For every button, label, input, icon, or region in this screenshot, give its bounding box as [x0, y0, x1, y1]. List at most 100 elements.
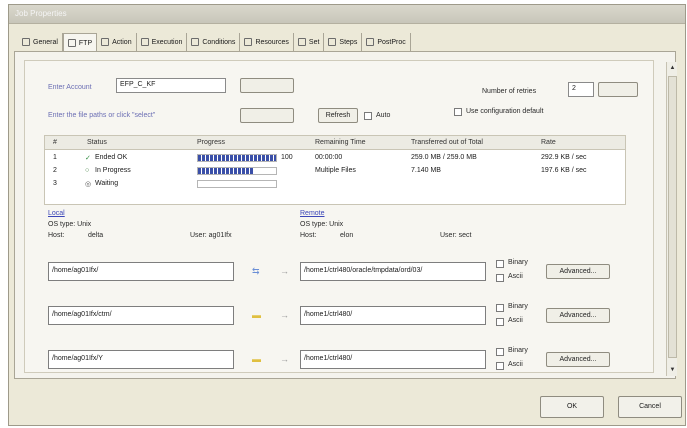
- scroll-up-icon[interactable]: ▲: [667, 62, 678, 74]
- col-header-num: #: [53, 139, 57, 146]
- tab-label: PostProc: [377, 38, 406, 46]
- tab-label: Resources: [255, 38, 289, 46]
- remote-host-label: Host:: [300, 232, 317, 239]
- table-row[interactable]: 3 Waiting ◎: [45, 178, 625, 190]
- tab-conditions[interactable]: Conditions: [187, 33, 241, 51]
- document-icon: [22, 38, 30, 46]
- auto-label: Auto: [376, 112, 391, 119]
- auto-checkbox[interactable]: [364, 112, 372, 120]
- ascii-radio[interactable]: [496, 318, 504, 326]
- progress-icon: ○: [85, 167, 90, 174]
- remote-path-field[interactable]: /home1/ctrl480/: [300, 350, 486, 369]
- remote-section-link[interactable]: Remote: [300, 210, 325, 217]
- progress-bar: [197, 154, 277, 162]
- ftp-icon: [67, 39, 76, 47]
- filepath-select-button[interactable]: [240, 108, 294, 123]
- cell-status: In Progress: [95, 167, 131, 174]
- direction-arrow-icon: →: [280, 354, 289, 364]
- advanced-button[interactable]: Advanced...: [546, 264, 610, 279]
- retries-field[interactable]: 2: [568, 82, 594, 97]
- progress-fill: [198, 155, 276, 161]
- col-header-status: Status: [87, 139, 107, 146]
- advanced-button[interactable]: Advanced...: [546, 352, 610, 367]
- folder-icon: ▬: [252, 310, 261, 320]
- remote-path-field[interactable]: /home1/ctrl480/oracle/tmpdata/ord/03/: [300, 262, 486, 281]
- local-path-field[interactable]: /home/ag01Ifx/Y: [48, 350, 234, 369]
- tab-general[interactable]: General: [18, 33, 63, 51]
- binary-label: Binary: [508, 303, 528, 310]
- tab-set[interactable]: Set: [294, 33, 325, 51]
- window-title: Job Properties: [15, 9, 67, 18]
- tab-steps[interactable]: Steps: [324, 33, 363, 51]
- use-default-label: Use configuration default: [466, 108, 544, 115]
- tab-action[interactable]: Action: [97, 33, 137, 51]
- remote-os-type: OS type: Unix: [300, 221, 344, 228]
- retries-spin-button[interactable]: [598, 82, 638, 97]
- ok-icon: ✓: [85, 155, 91, 162]
- local-path-field[interactable]: /home/ag01Ifx/ctm/: [48, 306, 234, 325]
- cell-rate: 292.9 KB / sec: [541, 154, 587, 161]
- account-select-button[interactable]: [240, 78, 294, 93]
- tab-postproc[interactable]: PostProc: [362, 33, 411, 51]
- cell-num: 1: [53, 154, 57, 161]
- table-row[interactable]: 1 Ended OK 00:00:00 259.0 MB / 259.0 MB 292.…: [45, 152, 625, 164]
- tab-label: Set: [308, 38, 320, 46]
- ascii-radio[interactable]: [496, 362, 504, 370]
- cell-status: Ended OK: [95, 154, 128, 161]
- local-host-value: delta: [88, 232, 104, 239]
- refresh-button[interactable]: Refresh: [318, 108, 358, 123]
- progress-bar: [197, 167, 277, 175]
- cell-remaining: 00:00:00: [315, 154, 343, 161]
- ascii-label: Ascii: [508, 317, 523, 324]
- local-os-type: OS type: Unix: [48, 221, 92, 228]
- remote-path-field[interactable]: /home1/ctrl480/: [300, 306, 486, 325]
- advanced-button[interactable]: Advanced...: [546, 308, 610, 323]
- scroll-thumb[interactable]: [668, 76, 677, 358]
- local-section-link[interactable]: Local: [48, 210, 65, 217]
- folder-icon: ▬: [252, 354, 261, 364]
- local-path-field[interactable]: /home/ag01Ifx/: [48, 262, 234, 281]
- use-default-checkbox[interactable]: [454, 108, 462, 116]
- ok-button[interactable]: OK: [540, 396, 604, 418]
- cancel-button[interactable]: Cancel: [618, 396, 682, 418]
- set-icon: [297, 38, 306, 46]
- direction-arrow-icon: →: [280, 266, 289, 276]
- transfer-status-table: # Status Progress Remaining Time Transfe…: [44, 135, 626, 205]
- binary-radio[interactable]: [496, 260, 504, 268]
- progress-percent: 100: [281, 154, 293, 161]
- cell-num: 2: [53, 167, 57, 174]
- cell-num: 3: [53, 180, 57, 187]
- ascii-radio[interactable]: [496, 274, 504, 282]
- waiting-icon: ◎: [85, 181, 92, 188]
- filepath-label: Enter the file paths or click "select": [48, 112, 156, 119]
- remote-host-value: elon: [340, 232, 354, 239]
- tab-resources[interactable]: Resources: [240, 33, 294, 51]
- tab-ftp[interactable]: FTP: [62, 33, 98, 52]
- postproc-icon: [366, 38, 375, 46]
- vertical-scrollbar[interactable]: ▲ ▼: [666, 62, 677, 376]
- remote-user: User: sect: [440, 232, 472, 239]
- tab-label: FTP: [78, 39, 93, 47]
- tab-execution[interactable]: Execution: [137, 33, 188, 51]
- ftp-inner-panel: [24, 60, 654, 373]
- binary-radio[interactable]: [496, 304, 504, 312]
- binary-radio[interactable]: [496, 348, 504, 356]
- local-host-label: Host:: [48, 232, 65, 239]
- col-header-remaining: Remaining Time: [315, 139, 366, 146]
- steps-icon: [328, 38, 337, 46]
- cell-transferred: 259.0 MB / 259.0 MB: [411, 154, 477, 161]
- col-header-rate: Rate: [541, 139, 556, 146]
- local-user: User: ag01Ifx: [190, 232, 232, 239]
- scroll-down-icon[interactable]: ▼: [667, 364, 678, 376]
- cell-remaining: Multiple Files: [315, 167, 356, 174]
- binary-label: Binary: [508, 259, 528, 266]
- transfer-arrow-icon: ⇆: [252, 266, 260, 276]
- col-header-progress: Progress: [197, 139, 226, 146]
- cell-status: Waiting: [95, 180, 119, 187]
- table-header: # Status Progress Remaining Time Transfe…: [45, 136, 625, 150]
- resources-icon: [244, 38, 253, 46]
- account-field[interactable]: EFP_C_KF: [116, 78, 226, 93]
- tab-label: General: [33, 38, 58, 46]
- table-row[interactable]: 2 In Progress Multiple Files 7.140 MB 197.6 …: [45, 165, 625, 177]
- tab-label: Execution: [151, 38, 183, 46]
